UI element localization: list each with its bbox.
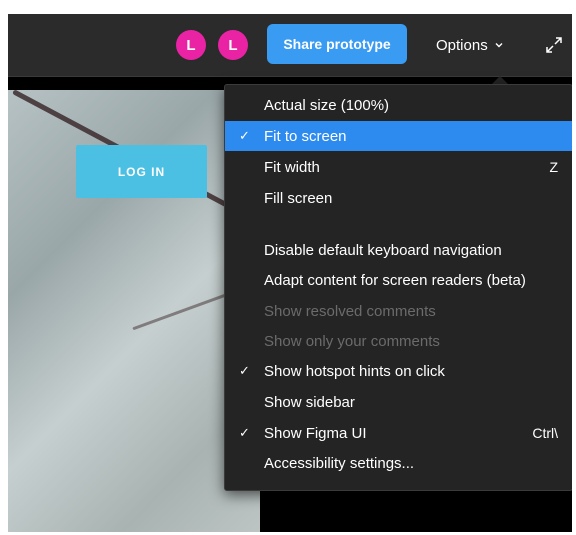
menu-item-label: Actual size (100%) xyxy=(264,96,390,114)
menu-item-show-figma-ui[interactable]: ✓ Show Figma UI Ctrl\ xyxy=(225,418,572,448)
login-button[interactable]: LOG IN xyxy=(76,145,207,198)
check-icon: ✓ xyxy=(239,363,250,378)
prototype-viewer: L L Share prototype Options LOG IN Actua… xyxy=(8,14,572,532)
menu-item-label: Adapt content for screen readers (beta) xyxy=(264,271,526,289)
options-menu: Actual size (100%) ✓ Fit to screen Fit w… xyxy=(224,84,572,491)
prototype-canvas: LOG IN xyxy=(8,90,260,532)
options-button[interactable]: Options xyxy=(436,32,504,58)
menu-item-shortcut: Ctrl\ xyxy=(532,425,558,441)
avatar[interactable]: L xyxy=(218,30,248,60)
check-icon: ✓ xyxy=(239,425,250,440)
menu-item-show-resolved-comments: Show resolved comments xyxy=(225,296,572,326)
top-toolbar: L L Share prototype Options xyxy=(8,14,572,77)
menu-item-label: Fill screen xyxy=(264,189,333,207)
menu-item-label: Show sidebar xyxy=(264,393,355,411)
menu-item-label: Show only your comments xyxy=(264,332,440,350)
menu-item-label: Show resolved comments xyxy=(264,302,436,320)
menu-item-disable-keyboard-navigation[interactable]: Disable default keyboard navigation xyxy=(225,235,572,265)
menu-item-label: Accessibility settings... xyxy=(264,454,415,472)
chevron-down-icon xyxy=(495,43,503,48)
menu-item-fit-to-screen[interactable]: ✓ Fit to screen xyxy=(225,121,572,151)
menu-item-shortcut: Z xyxy=(549,159,558,175)
menu-item-show-hotspot-hints[interactable]: ✓ Show hotspot hints on click xyxy=(225,356,572,386)
menu-item-label: Show Figma UI xyxy=(264,424,367,442)
menu-item-show-only-your-comments: Show only your comments xyxy=(225,326,572,356)
expand-icon[interactable] xyxy=(543,34,565,56)
menu-caret xyxy=(492,76,508,84)
avatar[interactable]: L xyxy=(176,30,206,60)
check-icon: ✓ xyxy=(239,128,250,143)
menu-item-actual-size[interactable]: Actual size (100%) xyxy=(225,90,572,120)
options-label: Options xyxy=(436,36,488,54)
menu-item-adapt-screen-readers[interactable]: Adapt content for screen readers (beta) xyxy=(225,265,572,295)
menu-item-label: Fit width xyxy=(264,158,320,176)
menu-item-fill-screen[interactable]: Fill screen xyxy=(225,183,572,213)
menu-item-fit-width[interactable]: Fit width Z xyxy=(225,152,572,182)
share-prototype-button[interactable]: Share prototype xyxy=(267,24,407,64)
menu-item-label: Fit to screen xyxy=(264,127,347,145)
menu-item-accessibility-settings[interactable]: Accessibility settings... xyxy=(225,448,572,478)
menu-item-label: Show hotspot hints on click xyxy=(264,362,445,380)
menu-item-show-sidebar[interactable]: Show sidebar xyxy=(225,387,572,417)
menu-item-label: Disable default keyboard navigation xyxy=(264,241,502,259)
